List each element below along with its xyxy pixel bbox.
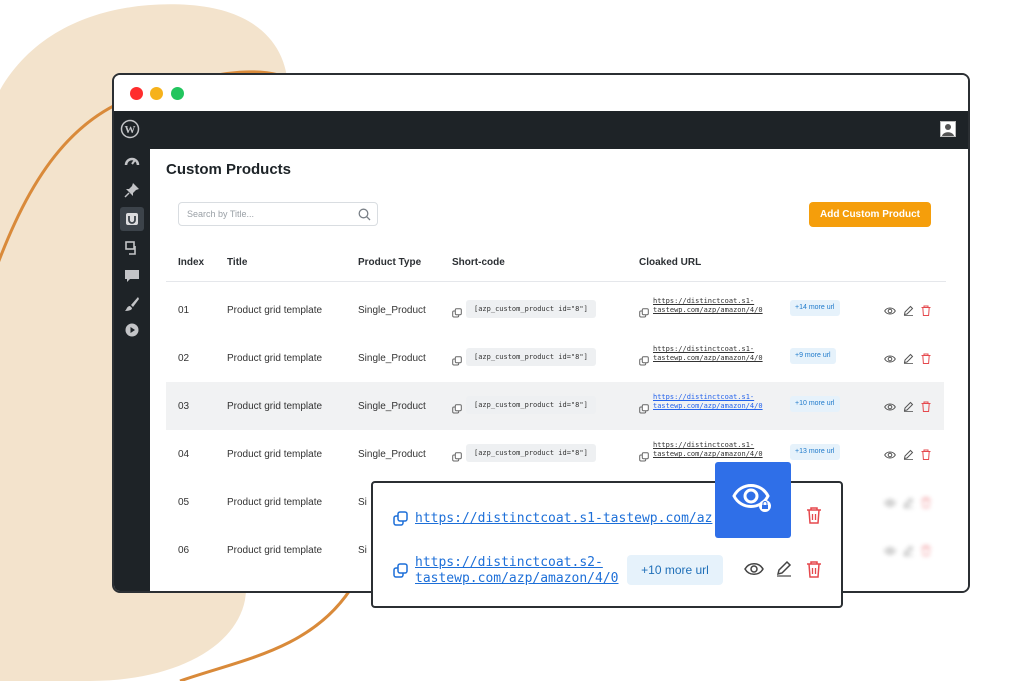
row-title: Product grid template <box>227 401 323 412</box>
cloaked-url-link[interactable]: https://distinctcoat.s1- tastewp.com/azp… <box>653 297 763 315</box>
row-shortcode: [azp_custom_product id="8"] <box>466 348 596 366</box>
user-avatar[interactable] <box>940 121 956 137</box>
copy-icon[interactable] <box>639 305 649 318</box>
row-title: Product grid template <box>227 449 323 460</box>
view-icon[interactable] <box>744 561 764 582</box>
delete-icon[interactable] <box>921 543 933 556</box>
view-icon[interactable] <box>884 543 896 555</box>
close-window-button[interactable] <box>130 87 143 100</box>
view-icon[interactable] <box>884 399 896 411</box>
dashboard-icon[interactable] <box>123 153 141 171</box>
table-row[interactable]: 01 Product grid template Single_Product [az… <box>166 286 944 334</box>
delete-icon[interactable] <box>921 351 933 364</box>
row-index: 06 <box>178 545 190 556</box>
delete-icon[interactable] <box>806 560 822 583</box>
copy-icon[interactable] <box>452 449 462 462</box>
delete-icon[interactable] <box>921 495 933 508</box>
table-row[interactable]: 02 Product grid template Single_Product [az… <box>166 334 944 382</box>
admin-sidebar <box>114 149 150 591</box>
edit-icon[interactable] <box>903 447 915 460</box>
view-icon[interactable] <box>884 303 896 315</box>
row-index: 02 <box>178 353 190 364</box>
row-title: Product grid template <box>227 353 323 364</box>
delete-icon[interactable] <box>921 303 933 316</box>
view-icon[interactable] <box>884 351 896 363</box>
search-icon[interactable] <box>358 208 371 226</box>
delete-icon[interactable] <box>921 447 933 460</box>
cloaked-url-link[interactable]: https://distinctcoat.s2- tastewp.com/azp… <box>415 555 619 587</box>
row-product-type: Single_Product <box>358 401 426 412</box>
brush-icon[interactable] <box>123 295 141 313</box>
svg-text:W: W <box>125 124 136 136</box>
plugin-icon[interactable] <box>120 207 144 231</box>
copy-icon[interactable] <box>639 401 649 414</box>
play-icon[interactable] <box>123 321 141 339</box>
admin-bar: W <box>114 111 968 149</box>
row-index: 01 <box>178 305 190 316</box>
row-title: Product grid template <box>227 497 323 508</box>
edit-icon[interactable] <box>775 559 793 582</box>
row-shortcode: [azp_custom_product id="8"] <box>466 444 596 462</box>
minimize-window-button[interactable] <box>150 87 163 100</box>
row-title: Product grid template <box>227 305 323 316</box>
more-url-badge[interactable]: +9 more url <box>790 348 836 364</box>
copy-icon[interactable] <box>452 401 462 414</box>
column-header-title: Title <box>227 257 248 268</box>
row-shortcode: [azp_custom_product id="8"] <box>466 396 596 414</box>
edit-icon[interactable] <box>903 543 915 556</box>
row-product-type: Single_Product <box>358 449 426 460</box>
edit-icon[interactable] <box>903 351 915 364</box>
comments-icon[interactable] <box>123 267 141 285</box>
more-url-badge[interactable]: +14 more url <box>790 300 840 316</box>
edit-icon[interactable] <box>903 495 915 508</box>
search-input[interactable]: Search by Title... <box>178 202 378 226</box>
view-icon[interactable] <box>884 447 896 459</box>
delete-icon[interactable] <box>921 399 933 412</box>
media-icon[interactable] <box>123 239 141 257</box>
edit-icon[interactable] <box>903 399 915 412</box>
copy-icon[interactable] <box>452 305 462 318</box>
table-row[interactable]: 04 Product grid template Single_Product [az… <box>166 430 944 478</box>
row-product-type: Single_Product <box>358 305 426 316</box>
pin-icon[interactable] <box>123 181 141 199</box>
column-header-cloaked-url: Cloaked URL <box>639 257 702 268</box>
maximize-window-button[interactable] <box>171 87 184 100</box>
search-placeholder: Search by Title... <box>187 209 255 219</box>
row-product-type: Si <box>358 545 367 556</box>
cloaked-url-link[interactable]: https://distinctcoat.s1- tastewp.com/azp… <box>653 393 763 411</box>
cloaked-url-link[interactable]: https://distinctcoat.s1-tastewp.com/az <box>415 511 712 527</box>
row-index: 03 <box>178 401 190 412</box>
copy-icon[interactable] <box>393 511 409 527</box>
copy-icon[interactable] <box>639 449 649 462</box>
row-index: 05 <box>178 497 190 508</box>
eye-lock-icon <box>731 478 775 523</box>
row-product-type: Si <box>358 497 367 508</box>
edit-icon[interactable] <box>903 303 915 316</box>
cloaked-url-link[interactable]: https://distinctcoat.s1- tastewp.com/azp… <box>653 441 763 459</box>
cloaked-url-link[interactable]: https://distinctcoat.s1- tastewp.com/azp… <box>653 345 763 363</box>
row-index: 04 <box>178 449 190 460</box>
copy-icon[interactable] <box>452 353 462 366</box>
row-title: Product grid template <box>227 545 323 556</box>
delete-icon[interactable] <box>806 506 822 529</box>
row-product-type: Single_Product <box>358 353 426 364</box>
add-custom-product-button[interactable]: Add Custom Product <box>809 202 931 227</box>
page-title: Custom Products <box>166 161 292 178</box>
column-header-index: Index <box>178 257 205 268</box>
copy-icon[interactable] <box>639 353 649 366</box>
more-url-badge[interactable]: +10 more url <box>627 555 723 585</box>
more-url-badge[interactable]: +13 more url <box>790 444 840 460</box>
row-shortcode: [azp_custom_product id="8"] <box>466 300 596 318</box>
view-preview-button[interactable] <box>715 462 791 538</box>
more-url-badge[interactable]: +10 more url <box>790 396 840 412</box>
column-header-shortcode: Short-code <box>452 257 505 268</box>
table-row[interactable]: 03 Product grid template Single_Product [az… <box>166 382 944 430</box>
copy-icon[interactable] <box>393 563 409 579</box>
wordpress-icon[interactable]: W <box>120 119 140 139</box>
view-icon[interactable] <box>884 495 896 507</box>
table-header: Index Title Product Type Short-code Cloa… <box>166 253 946 282</box>
column-header-product-type: Product Type <box>358 257 422 268</box>
window-titlebar <box>114 75 968 111</box>
